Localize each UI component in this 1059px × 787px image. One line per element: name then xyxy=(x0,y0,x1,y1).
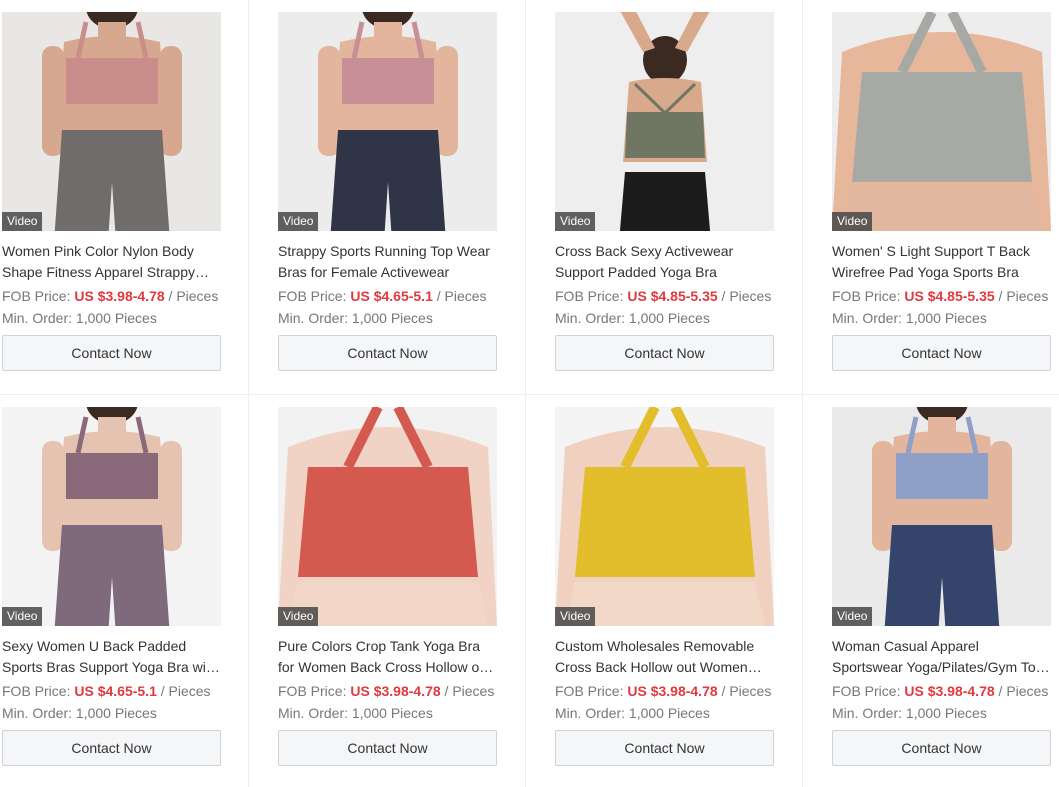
price-line: FOB Price: US $3.98-4.78 / Pieces xyxy=(555,680,802,702)
price-unit: / Pieces xyxy=(436,288,487,304)
product-photo xyxy=(2,12,221,231)
product-title[interactable]: Sexy Women U Back Padded Sports Bras Sup… xyxy=(2,636,221,678)
product-title[interactable]: Pure Colors Crop Tank Yoga Bra for Women… xyxy=(278,636,497,678)
price-value: US $3.98-4.78 xyxy=(904,683,995,699)
product-photo xyxy=(278,407,497,626)
price-unit: / Pieces xyxy=(160,683,211,699)
product-title[interactable]: Custom Wholesales Removable Cross Back H… xyxy=(555,636,774,678)
product-photo xyxy=(832,12,1051,231)
price-value: US $3.98-4.78 xyxy=(74,288,165,304)
contact-now-button[interactable]: Contact Now xyxy=(832,730,1051,766)
price-value: US $3.98-4.78 xyxy=(350,683,441,699)
product-grid: Video Women Pink Color Nylon Body Shape … xyxy=(0,0,1059,787)
contact-now-button[interactable]: Contact Now xyxy=(2,335,221,371)
fob-price-label: FOB Price: xyxy=(555,288,624,304)
contact-now-button[interactable]: Contact Now xyxy=(278,335,497,371)
min-order: Min. Order: 1,000 Pieces xyxy=(2,705,157,721)
product-card[interactable]: Video Woman Casual Apparel Sportswear Yo… xyxy=(803,395,1059,787)
contact-now-button[interactable]: Contact Now xyxy=(278,730,497,766)
price-value: US $4.65-5.1 xyxy=(350,288,433,304)
product-card[interactable]: Video Women Pink Color Nylon Body Shape … xyxy=(0,0,249,395)
product-image[interactable]: Video xyxy=(555,407,774,626)
price-unit: / Pieces xyxy=(721,683,772,699)
product-title[interactable]: Women Pink Color Nylon Body Shape Fitnes… xyxy=(2,241,221,283)
price-unit: / Pieces xyxy=(168,288,219,304)
video-badge[interactable]: Video xyxy=(2,607,43,626)
fob-price-label: FOB Price: xyxy=(2,683,71,699)
fob-price-label: FOB Price: xyxy=(555,683,624,699)
price-unit: / Pieces xyxy=(444,683,495,699)
product-card[interactable]: Video Cross Back Sexy Activewear Support… xyxy=(526,0,803,395)
min-order: Min. Order: 1,000 Pieces xyxy=(278,705,433,721)
product-photo xyxy=(555,407,774,626)
product-card[interactable]: Video Sexy Women U Back Padded Sports Br… xyxy=(0,395,249,787)
price-line: FOB Price: US $3.98-4.78 / Pieces xyxy=(2,285,248,307)
product-title[interactable]: Woman Casual Apparel Sportswear Yoga/Pil… xyxy=(832,636,1051,678)
price-value: US $4.85-5.35 xyxy=(627,288,718,304)
product-image[interactable]: Video xyxy=(832,407,1051,626)
min-order: Min. Order: 1,000 Pieces xyxy=(832,705,987,721)
video-badge[interactable]: Video xyxy=(2,212,43,231)
fob-price-label: FOB Price: xyxy=(278,288,347,304)
video-badge[interactable]: Video xyxy=(832,607,873,626)
price-value: US $3.98-4.78 xyxy=(627,683,718,699)
min-order: Min. Order: 1,000 Pieces xyxy=(278,310,433,326)
price-value: US $4.85-5.35 xyxy=(904,288,995,304)
product-card[interactable]: Video Pure Colors Crop Tank Yoga Bra for… xyxy=(249,395,526,787)
contact-now-button[interactable]: Contact Now xyxy=(832,335,1051,371)
contact-now-button[interactable]: Contact Now xyxy=(555,335,774,371)
min-order: Min. Order: 1,000 Pieces xyxy=(832,310,987,326)
price-line: FOB Price: US $4.85-5.35 / Pieces xyxy=(832,285,1059,307)
product-image[interactable]: Video xyxy=(278,12,497,231)
product-image[interactable]: Video xyxy=(2,12,221,231)
video-badge[interactable]: Video xyxy=(278,212,319,231)
product-photo xyxy=(832,407,1051,626)
price-line: FOB Price: US $4.65-5.1 / Pieces xyxy=(278,285,525,307)
price-line: FOB Price: US $4.85-5.35 / Pieces xyxy=(555,285,802,307)
fob-price-label: FOB Price: xyxy=(2,288,71,304)
video-badge[interactable]: Video xyxy=(555,607,596,626)
product-card[interactable]: Video Strappy Sports Running Top Wear Br… xyxy=(249,0,526,395)
fob-price-label: FOB Price: xyxy=(278,683,347,699)
product-title[interactable]: Cross Back Sexy Activewear Support Padde… xyxy=(555,241,774,283)
video-badge[interactable]: Video xyxy=(555,212,596,231)
price-line: FOB Price: US $3.98-4.78 / Pieces xyxy=(278,680,525,702)
video-badge[interactable]: Video xyxy=(832,212,873,231)
min-order: Min. Order: 1,000 Pieces xyxy=(555,705,710,721)
price-unit: / Pieces xyxy=(721,288,772,304)
product-title[interactable]: Strappy Sports Running Top Wear Bras for… xyxy=(278,241,497,283)
product-image[interactable]: Video xyxy=(278,407,497,626)
fob-price-label: FOB Price: xyxy=(832,683,901,699)
price-value: US $4.65-5.1 xyxy=(74,683,157,699)
product-card[interactable]: Video Women' S Light Support T Back Wire… xyxy=(803,0,1059,395)
product-photo xyxy=(2,407,221,626)
price-line: FOB Price: US $4.65-5.1 / Pieces xyxy=(2,680,248,702)
fob-price-label: FOB Price: xyxy=(832,288,901,304)
product-image[interactable]: Video xyxy=(555,12,774,231)
product-photo xyxy=(278,12,497,231)
contact-now-button[interactable]: Contact Now xyxy=(555,730,774,766)
min-order: Min. Order: 1,000 Pieces xyxy=(555,310,710,326)
product-card[interactable]: Video Custom Wholesales Removable Cross … xyxy=(526,395,803,787)
product-title[interactable]: Women' S Light Support T Back Wirefree P… xyxy=(832,241,1051,283)
product-image[interactable]: Video xyxy=(832,12,1051,231)
price-unit: / Pieces xyxy=(998,288,1049,304)
product-photo xyxy=(555,12,774,231)
price-unit: / Pieces xyxy=(998,683,1049,699)
product-image[interactable]: Video xyxy=(2,407,221,626)
contact-now-button[interactable]: Contact Now xyxy=(2,730,221,766)
min-order: Min. Order: 1,000 Pieces xyxy=(2,310,157,326)
video-badge[interactable]: Video xyxy=(278,607,319,626)
price-line: FOB Price: US $3.98-4.78 / Pieces xyxy=(832,680,1059,702)
